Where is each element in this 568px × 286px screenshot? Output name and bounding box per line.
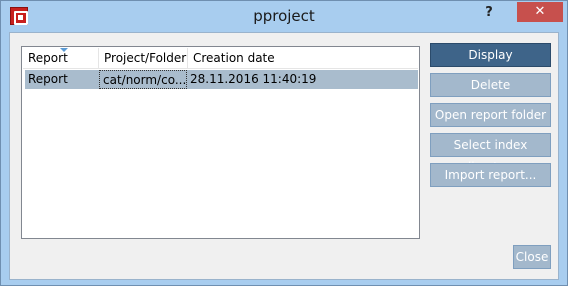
cell-project-folder: cat/norm/co... — [99, 70, 187, 89]
select-index-directory-button[interactable]: Select index directory — [430, 133, 551, 174]
cell-creation-date: 28.11.2016 11:40:19 — [190, 72, 317, 86]
close-button[interactable]: Close — [513, 245, 551, 269]
help-button[interactable]: ? — [481, 5, 497, 23]
close-window-button[interactable]: ✕ — [517, 2, 563, 22]
table-row[interactable]: Report cat/norm/co... 28.11.2016 11:40:1… — [25, 70, 418, 89]
open-report-folder-button[interactable]: Open report folder — [430, 103, 551, 127]
delete-button[interactable]: Delete — [430, 73, 551, 97]
cell-report: Report — [28, 72, 68, 86]
column-header-creation-date[interactable]: Creation date — [188, 48, 418, 69]
report-list[interactable]: Report Project/Folder Creation date Repo… — [21, 46, 420, 239]
dialog-body: Report Project/Folder Creation date Repo… — [9, 32, 559, 280]
column-header-project-folder[interactable]: Project/Folder — [99, 48, 188, 69]
list-header: Report Project/Folder Creation date — [23, 48, 418, 69]
sort-arrow-icon — [60, 48, 68, 52]
import-report-button[interactable]: Import report... — [430, 163, 551, 187]
display-button[interactable]: Display — [430, 43, 551, 67]
title-bar[interactable]: pproject ? ✕ — [1, 1, 567, 33]
dialog-window: pproject ? ✕ Report Project/Folder Creat… — [0, 0, 568, 286]
